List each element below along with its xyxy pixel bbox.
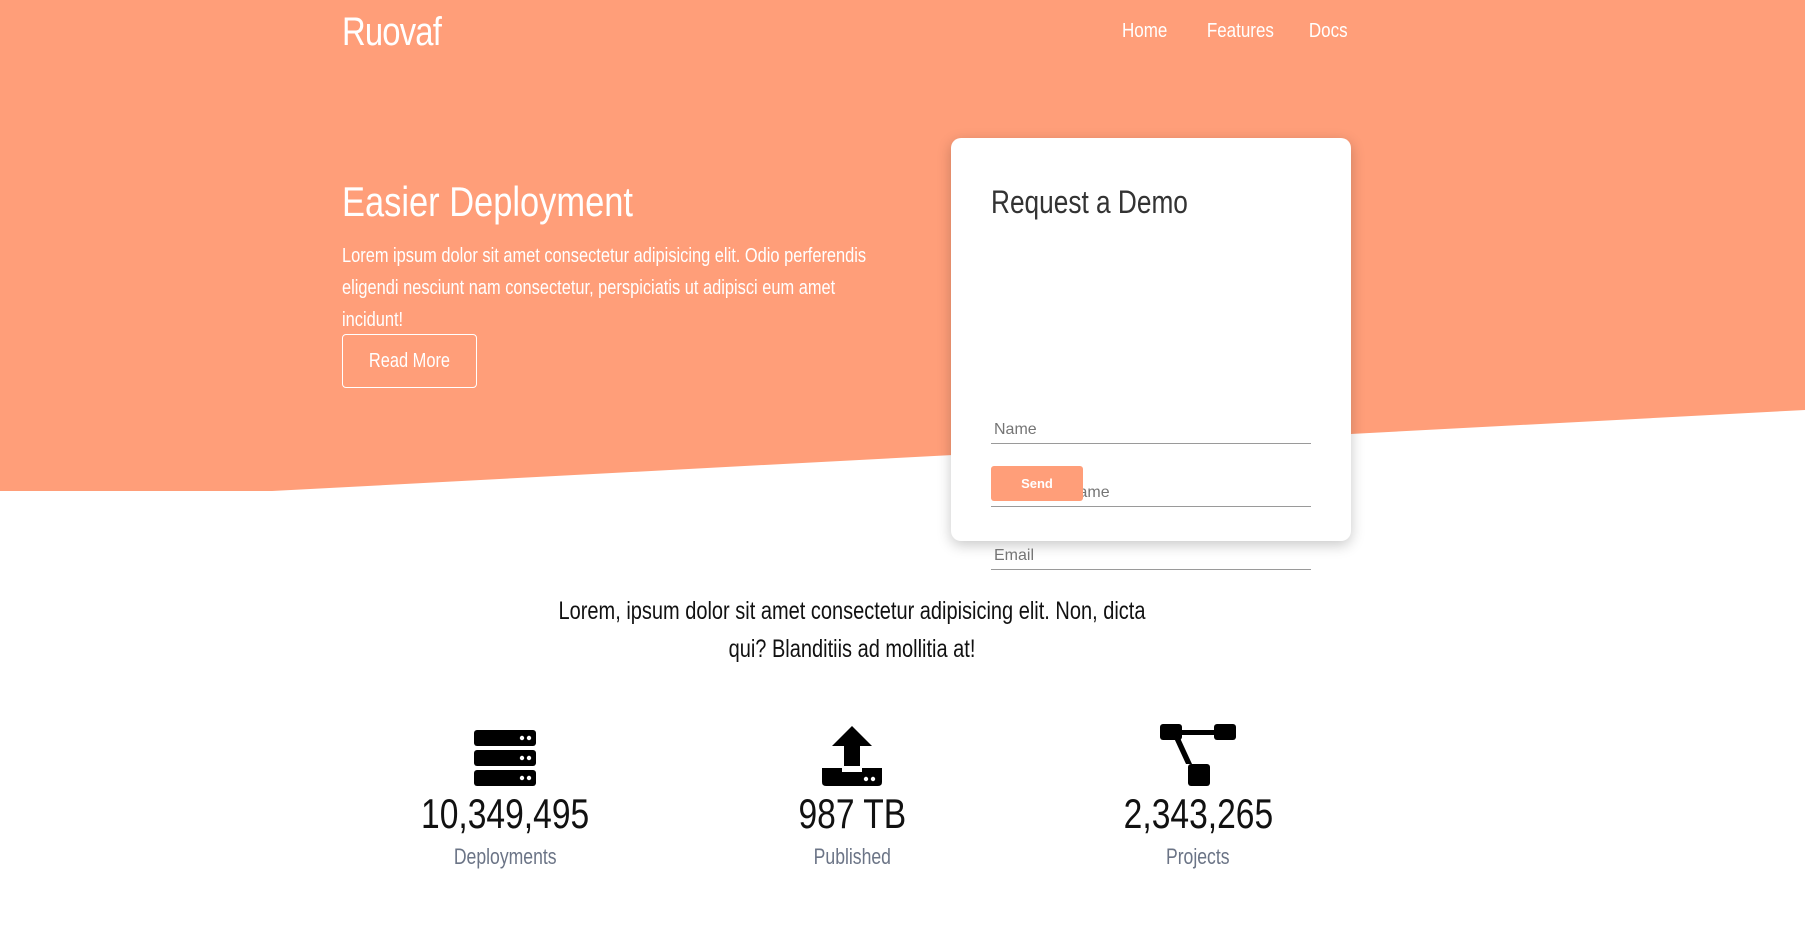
email-input[interactable]	[991, 542, 1311, 570]
hero-section: Easier Deployment Lorem ipsum dolor sit …	[342, 178, 922, 388]
stat-published: 987 TB Published	[702, 718, 1002, 870]
stat-value: 987 TB	[798, 790, 906, 837]
nav-item-home[interactable]: Home	[1122, 20, 1167, 43]
stat-value: 10,349,495	[420, 790, 590, 837]
nav-links: Home Features Docs	[1086, 20, 1348, 43]
demo-form-title: Request a Demo	[991, 184, 1188, 220]
request-demo-card: Request a Demo Send	[951, 138, 1351, 570]
stat-projects: 2,343,265 Projects	[1048, 718, 1348, 870]
brand-logo[interactable]: Ruovaf	[342, 10, 442, 55]
navbar: Ruovaf Home Features Docs	[342, 0, 1353, 70]
stat-deployments: 10,349,495 Deployments	[355, 718, 655, 870]
hero-description: Lorem ipsum dolor sit amet consectetur a…	[342, 245, 867, 331]
hero-title: Easier Deployment	[342, 178, 633, 225]
stat-label: Published	[813, 844, 891, 869]
upload-icon	[702, 718, 1002, 786]
nav-item-docs[interactable]: Docs	[1309, 20, 1348, 43]
nav-item-features[interactable]: Features	[1207, 20, 1274, 43]
stat-label: Projects	[1166, 844, 1230, 869]
send-button[interactable]: Send	[991, 466, 1083, 501]
lead-text-content: Lorem, ipsum dolor sit amet consectetur …	[558, 597, 1146, 663]
read-more-button[interactable]: Read More	[342, 334, 477, 388]
stat-label: Deployments	[453, 844, 557, 869]
server-icon	[355, 718, 655, 786]
stat-value: 2,343,265	[1123, 790, 1273, 837]
lead-text: Lorem, ipsum dolor sit amet consectetur …	[552, 592, 1152, 668]
read-more-label: Read More	[368, 349, 451, 372]
project-diagram-icon	[1048, 718, 1348, 786]
name-input[interactable]	[991, 416, 1311, 444]
